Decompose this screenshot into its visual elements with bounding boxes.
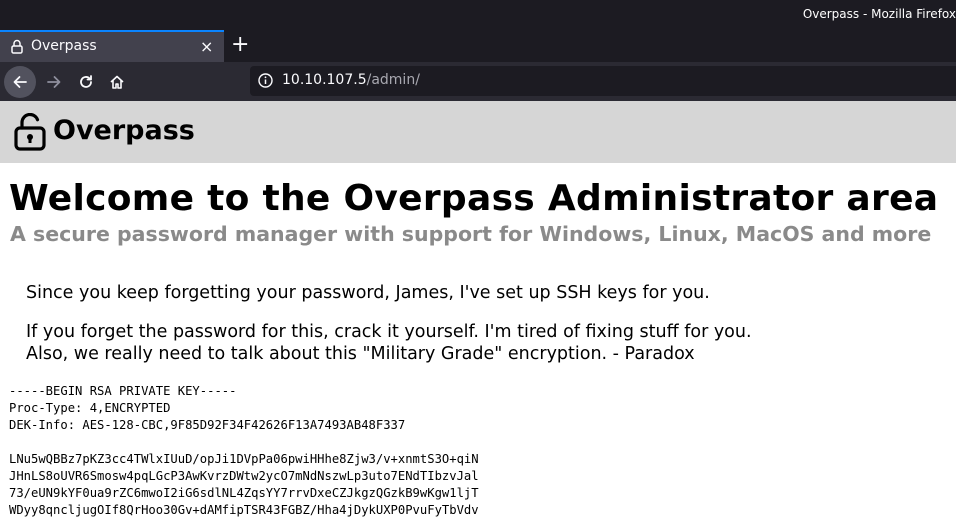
lock-icon (11, 39, 23, 58)
key-line: 73/eUN9kYF0ua9rZC6mwoI2iG6sdlNL4ZqsYY7rr… (9, 486, 479, 500)
back-button[interactable] (4, 66, 36, 98)
key-line: LNu5wQBBz7pKZ3cc4TWlxIUuD/opJi1DVpPa06pw… (9, 452, 479, 466)
arrow-right-icon (47, 76, 61, 88)
arrow-left-icon (13, 76, 27, 88)
page-title: Welcome to the Overpass Administrator ar… (9, 178, 939, 219)
message-paragraph: Since you keep forgetting your password,… (26, 283, 710, 303)
key-line: JHnLS8oUVR6Smosw4pqLGcP3AwKvrzDWtw2ycO7m… (9, 469, 479, 483)
info-icon[interactable] (258, 73, 273, 92)
reload-button[interactable] (70, 66, 102, 98)
unlocked-padlock-icon (14, 112, 46, 155)
home-icon (110, 75, 124, 89)
url-text[interactable]: 10.10.107.5/admin/ (282, 72, 420, 88)
key-line: WDyy8qncljugOIf8QrHoo30Gv+dAMfipTSR43FGB… (9, 503, 479, 517)
site-brand[interactable]: Overpass (53, 115, 195, 146)
site-header: Overpass (0, 101, 956, 163)
key-line: Proc-Type: 4,ENCRYPTED (9, 401, 171, 415)
message-paragraph-line: If you forget the password for this, cra… (26, 322, 752, 342)
window-titlebar: Overpass - Mozilla Firefox (0, 0, 956, 30)
forward-button[interactable] (38, 66, 70, 98)
navigation-toolbar: 10.10.107.5/admin/ (0, 62, 956, 101)
address-bar[interactable]: 10.10.107.5/admin/ (250, 66, 956, 96)
tab-label: Overpass (31, 38, 97, 54)
url-host: 10.10.107.5 (282, 72, 367, 88)
window-title: Overpass - Mozilla Firefox (802, 7, 956, 21)
reload-icon (80, 75, 92, 88)
new-tab-button[interactable]: + (231, 32, 249, 58)
rsa-private-key-block: -----BEGIN RSA PRIVATE KEY----- Proc-Typ… (9, 383, 479, 519)
key-line: DEK-Info: AES-128-CBC,9F85D92F34F42626F1… (9, 418, 406, 432)
key-line: -----BEGIN RSA PRIVATE KEY----- (9, 384, 237, 398)
tab-strip (224, 30, 956, 62)
tab-close-icon[interactable]: × (200, 37, 213, 56)
home-button[interactable] (101, 66, 133, 98)
url-path: /admin/ (366, 72, 420, 88)
message-paragraph-line: Also, we really need to talk about this … (26, 344, 695, 364)
page-subtitle: A secure password manager with support f… (10, 222, 932, 246)
tab-overpass[interactable]: Overpass × (0, 30, 224, 62)
